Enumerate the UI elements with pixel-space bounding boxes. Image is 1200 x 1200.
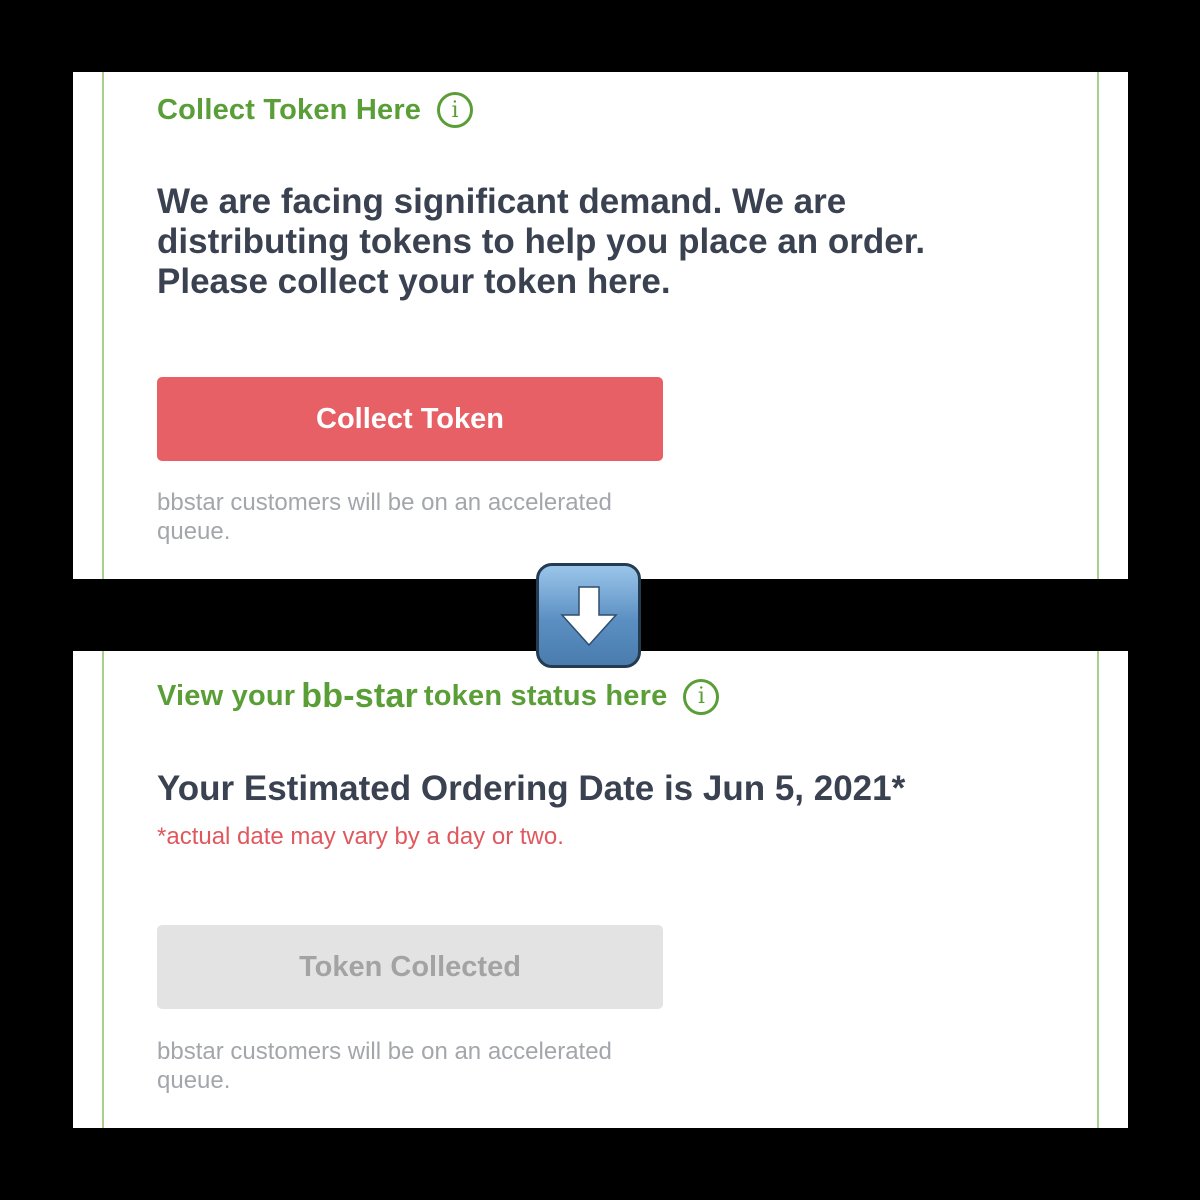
bb-star-brand-text: bb-star [301, 677, 418, 715]
collect-token-card: Collect Token Here i We are facing signi… [73, 72, 1128, 579]
demand-message: We are facing significant demand. We are… [157, 182, 926, 301]
card-border-right [1097, 72, 1099, 579]
card-border-right [1097, 651, 1099, 1128]
down-arrow-glyph [559, 585, 618, 646]
bbstar-queue-note: bbstar customers will be on an accelerat… [157, 1038, 612, 1094]
collect-token-button[interactable]: Collect Token [157, 377, 663, 461]
info-icon[interactable]: i [683, 678, 720, 715]
token-status-heading-row: View your bb-star token status here i [157, 677, 720, 716]
collect-token-heading: Collect Token Here [157, 93, 422, 126]
bbstar-queue-note: bbstar customers will be on an accelerat… [157, 489, 612, 545]
token-status-heading-suffix: token status here [423, 680, 668, 712]
collect-token-heading-row: Collect Token Here i [157, 92, 474, 128]
down-arrow-icon [536, 563, 641, 668]
date-disclaimer: *actual date may vary by a day or two. [157, 823, 564, 850]
info-icon[interactable]: i [437, 92, 474, 128]
estimated-ordering-date: Your Estimated Ordering Date is Jun 5, 2… [157, 769, 906, 808]
token-status-card: View your bb-star token status here i Yo… [73, 651, 1128, 1128]
card-border-left [102, 651, 104, 1128]
card-border-left [102, 72, 104, 579]
token-status-heading-prefix: View your [157, 680, 296, 712]
token-collected-button: Token Collected [157, 925, 663, 1009]
